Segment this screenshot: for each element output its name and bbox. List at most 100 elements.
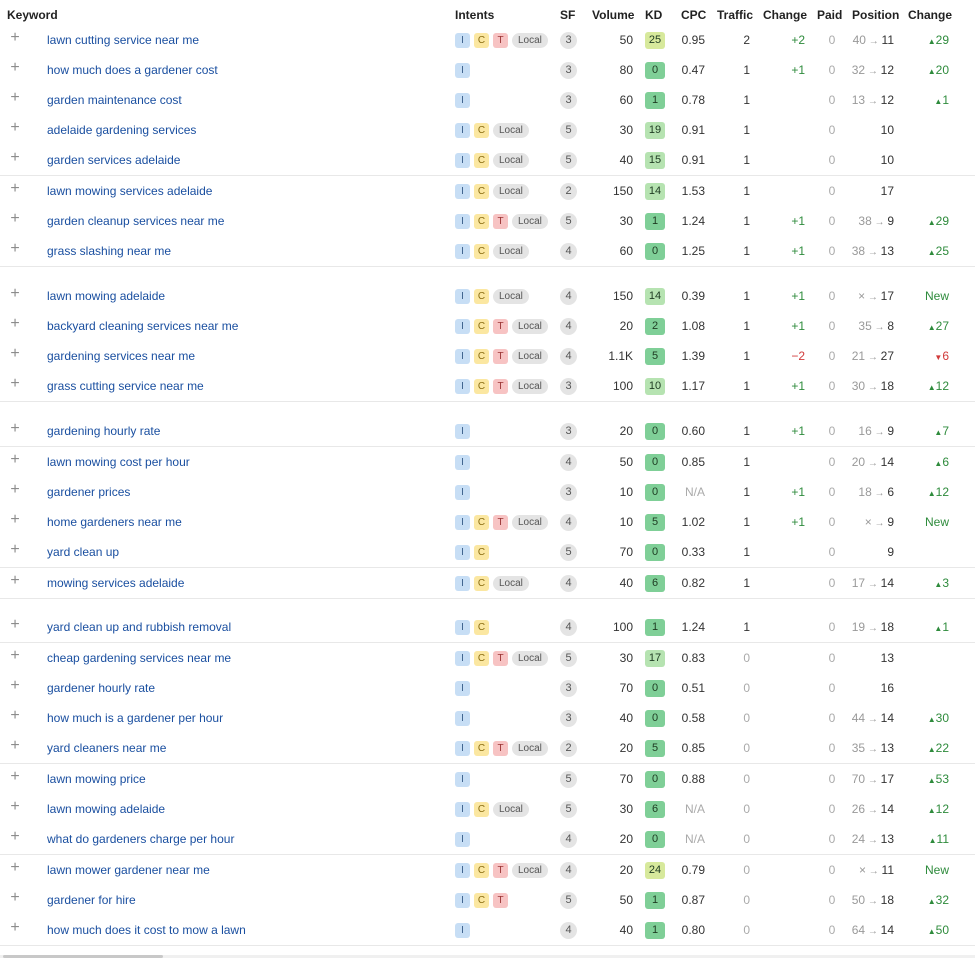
keyword-link[interactable]: how much is a gardener per hour bbox=[47, 710, 223, 726]
sf-count-badge[interactable]: 3 bbox=[560, 709, 577, 727]
keyword-link[interactable]: gardening services near me bbox=[47, 348, 195, 364]
column-header-kd[interactable]: KD bbox=[645, 8, 662, 22]
column-header-position[interactable]: Position bbox=[852, 8, 899, 22]
plus-icon[interactable]: + bbox=[8, 860, 22, 876]
plus-icon[interactable]: + bbox=[8, 120, 22, 136]
sf-count-badge[interactable]: 3 bbox=[560, 483, 577, 501]
keyword-link[interactable]: mowing services adelaide bbox=[47, 575, 184, 591]
plus-icon[interactable]: + bbox=[8, 421, 22, 437]
plus-icon[interactable]: + bbox=[8, 316, 22, 332]
plus-icon[interactable]: + bbox=[8, 482, 22, 498]
plus-icon[interactable]: + bbox=[8, 150, 22, 166]
plus-icon[interactable]: + bbox=[8, 181, 22, 197]
plus-icon[interactable]: + bbox=[8, 617, 22, 633]
sf-count-badge[interactable]: 5 bbox=[560, 121, 577, 139]
plus-icon[interactable]: + bbox=[8, 678, 22, 694]
keyword-link[interactable]: lawn mowing adelaide bbox=[47, 801, 165, 817]
sf-count-badge[interactable]: 4 bbox=[560, 921, 577, 939]
keyword-link[interactable]: gardening hourly rate bbox=[47, 423, 160, 439]
keyword-link[interactable]: what do gardeners charge per hour bbox=[47, 831, 234, 847]
column-header-change[interactable]: Change bbox=[763, 8, 807, 22]
sf-count-badge[interactable]: 3 bbox=[560, 679, 577, 697]
plus-icon[interactable]: + bbox=[8, 60, 22, 76]
keyword-link[interactable]: cheap gardening services near me bbox=[47, 650, 231, 666]
keyword-link[interactable]: grass slashing near me bbox=[47, 243, 171, 259]
plus-icon[interactable]: + bbox=[8, 738, 22, 754]
intent-badge: C bbox=[474, 319, 489, 334]
sf-count-badge[interactable]: 5 bbox=[560, 800, 577, 818]
plus-icon[interactable]: + bbox=[8, 90, 22, 106]
plus-icon[interactable]: + bbox=[8, 573, 22, 589]
keyword-link[interactable]: lawn mowing cost per hour bbox=[47, 454, 190, 470]
keyword-link[interactable]: backyard cleaning services near me bbox=[47, 318, 238, 334]
plus-icon[interactable]: + bbox=[8, 512, 22, 528]
sf-count-badge[interactable]: 4 bbox=[560, 242, 577, 260]
keyword-link[interactable]: how much does it cost to mow a lawn bbox=[47, 922, 246, 938]
keyword-link[interactable]: garden cleanup services near me bbox=[47, 213, 224, 229]
keyword-link[interactable]: lawn cutting service near me bbox=[47, 32, 199, 48]
sf-count-badge[interactable]: 4 bbox=[560, 317, 577, 335]
plus-icon[interactable]: + bbox=[8, 542, 22, 558]
sf-count-badge[interactable]: 3 bbox=[560, 377, 577, 395]
intent-badge: I bbox=[455, 545, 470, 560]
sf-count-badge[interactable]: 5 bbox=[560, 649, 577, 667]
keyword-link[interactable]: yard cleaners near me bbox=[47, 740, 166, 756]
column-header-keyword[interactable]: Keyword bbox=[7, 8, 58, 22]
sf-count-badge[interactable]: 5 bbox=[560, 151, 577, 169]
column-header-paid[interactable]: Paid bbox=[817, 8, 842, 22]
sf-count-badge[interactable]: 3 bbox=[560, 31, 577, 49]
column-header-cpc[interactable]: CPC bbox=[681, 8, 706, 22]
plus-icon[interactable]: + bbox=[8, 30, 22, 46]
plus-icon[interactable]: + bbox=[8, 452, 22, 468]
keyword-link[interactable]: grass cutting service near me bbox=[47, 378, 204, 394]
plus-icon[interactable]: + bbox=[8, 241, 22, 257]
keyword-link[interactable]: garden maintenance cost bbox=[47, 92, 182, 108]
sf-count-badge[interactable]: 5 bbox=[560, 891, 577, 909]
keyword-link[interactable]: gardener prices bbox=[47, 484, 130, 500]
keyword-link[interactable]: lawn mowing price bbox=[47, 771, 146, 787]
sf-count-badge[interactable]: 4 bbox=[560, 513, 577, 531]
position-change-number: 7 bbox=[942, 424, 949, 438]
column-header-traffic[interactable]: Traffic bbox=[717, 8, 753, 22]
plus-icon[interactable]: + bbox=[8, 920, 22, 936]
sf-count-badge[interactable]: 4 bbox=[560, 574, 577, 592]
sf-count-badge[interactable]: 4 bbox=[560, 830, 577, 848]
keyword-link[interactable]: lawn mowing adelaide bbox=[47, 288, 165, 304]
sf-count-badge[interactable]: 4 bbox=[560, 287, 577, 305]
plus-icon[interactable]: + bbox=[8, 708, 22, 724]
plus-icon[interactable]: + bbox=[8, 346, 22, 362]
plus-icon[interactable]: + bbox=[8, 769, 22, 785]
keyword-link[interactable]: yard clean up bbox=[47, 544, 119, 560]
keyword-link[interactable]: how much does a gardener cost bbox=[47, 62, 218, 78]
column-header-sf[interactable]: SF bbox=[560, 8, 575, 22]
keyword-link[interactable]: lawn mowing services adelaide bbox=[47, 183, 212, 199]
sf-count-badge[interactable]: 2 bbox=[560, 182, 577, 200]
plus-icon[interactable]: + bbox=[8, 799, 22, 815]
keyword-link[interactable]: gardener for hire bbox=[47, 892, 136, 908]
plus-icon[interactable]: + bbox=[8, 890, 22, 906]
plus-icon[interactable]: + bbox=[8, 829, 22, 845]
sf-count-badge[interactable]: 3 bbox=[560, 91, 577, 109]
keyword-link[interactable]: gardener hourly rate bbox=[47, 680, 155, 696]
keyword-link[interactable]: home gardeners near me bbox=[47, 514, 182, 530]
sf-count-badge[interactable]: 5 bbox=[560, 543, 577, 561]
plus-icon[interactable]: + bbox=[8, 286, 22, 302]
keyword-link[interactable]: lawn mower gardener near me bbox=[47, 862, 210, 878]
sf-count-badge[interactable]: 4 bbox=[560, 453, 577, 471]
keyword-link[interactable]: adelaide gardening services bbox=[47, 122, 196, 138]
sf-count-badge[interactable]: 4 bbox=[560, 347, 577, 365]
sf-count-badge[interactable]: 4 bbox=[560, 861, 577, 879]
sf-count-badge[interactable]: 3 bbox=[560, 61, 577, 79]
sf-count-badge[interactable]: 5 bbox=[560, 770, 577, 788]
sf-count-badge[interactable]: 2 bbox=[560, 739, 577, 757]
plus-icon[interactable]: + bbox=[8, 376, 22, 392]
column-header-volume[interactable]: Volume bbox=[592, 8, 634, 22]
sf-count-badge[interactable]: 4 bbox=[560, 618, 577, 636]
keyword-link[interactable]: garden services adelaide bbox=[47, 152, 180, 168]
keyword-link[interactable]: yard clean up and rubbish removal bbox=[47, 619, 231, 635]
sf-count-badge[interactable]: 3 bbox=[560, 422, 577, 440]
column-header-position-change[interactable]: Change bbox=[908, 8, 952, 22]
plus-icon[interactable]: + bbox=[8, 648, 22, 664]
sf-count-badge[interactable]: 5 bbox=[560, 212, 577, 230]
plus-icon[interactable]: + bbox=[8, 211, 22, 227]
